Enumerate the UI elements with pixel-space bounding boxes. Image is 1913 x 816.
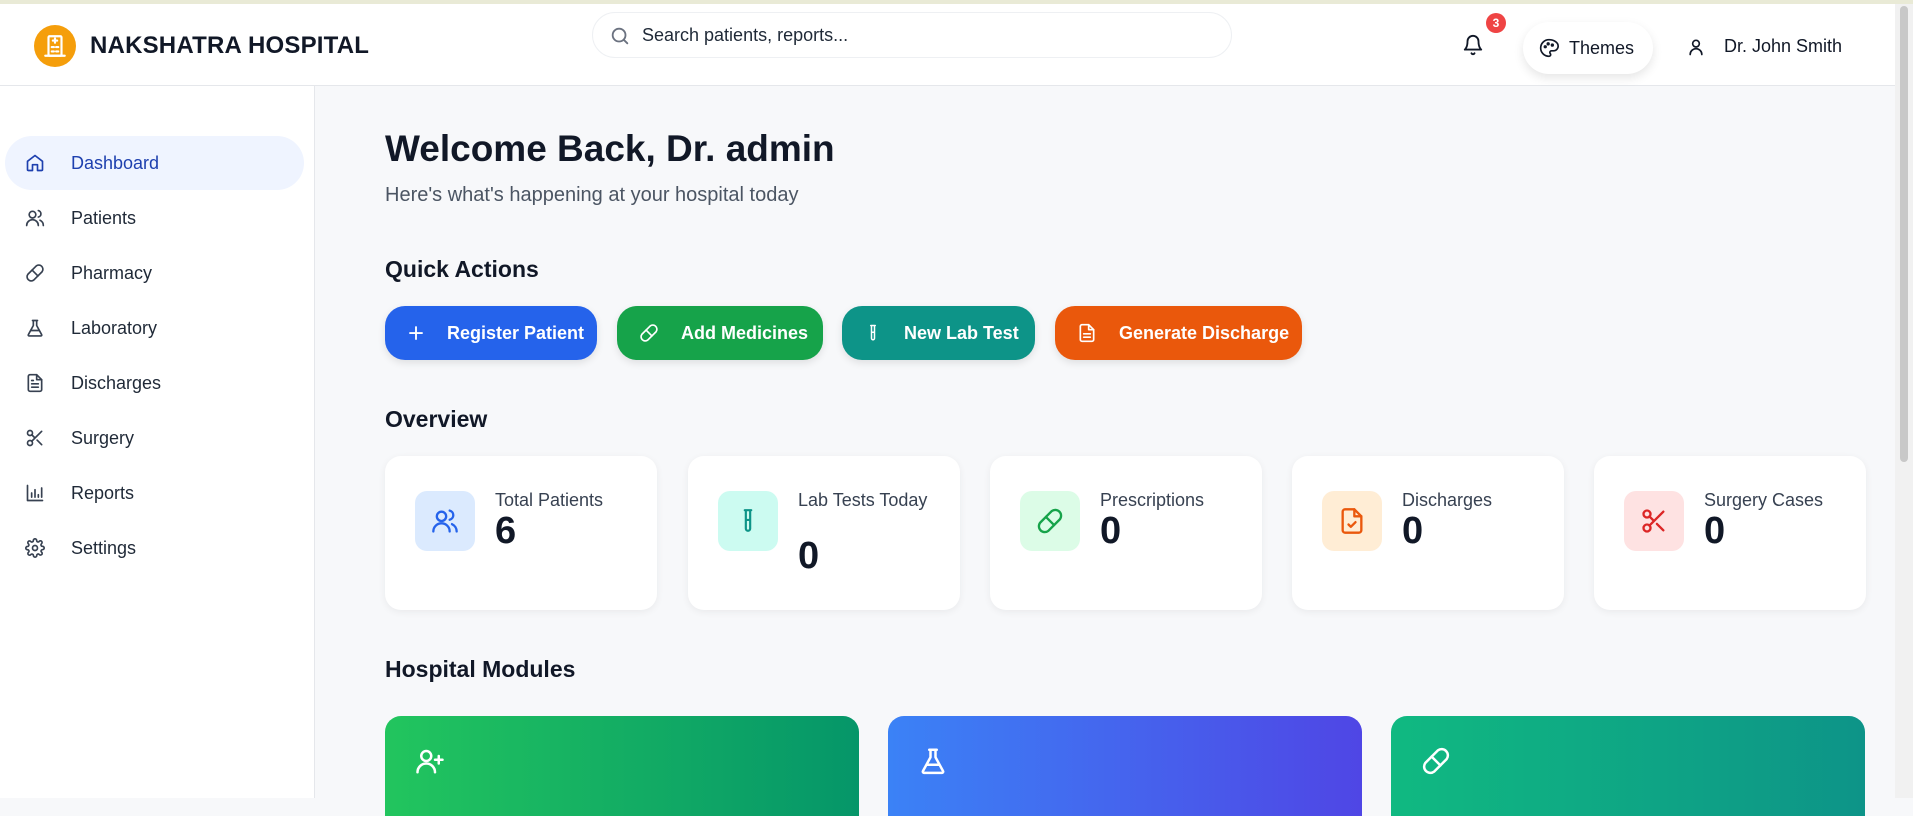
sidebar-item-label: Reports xyxy=(71,482,135,503)
page-subtitle: Here's what's happening at your hospital… xyxy=(385,184,799,206)
app-name: NAKSHATRA HOSPITAL xyxy=(90,32,370,59)
sidebar-item-label: Patients xyxy=(71,207,137,228)
users-icon xyxy=(25,209,45,227)
notifications-button[interactable] xyxy=(1462,34,1484,61)
test-tube-icon xyxy=(718,491,778,551)
test-tube-icon xyxy=(870,324,876,341)
quick-actions-title: Quick Actions xyxy=(385,256,539,282)
user-icon xyxy=(1689,39,1703,55)
document-icon xyxy=(1079,323,1095,343)
sidebar-item-dashboard[interactable]: Dashboard xyxy=(5,136,304,190)
sidebar-item-laboratory[interactable]: Laboratory xyxy=(5,301,304,355)
sidebar-item-patients[interactable]: Patients xyxy=(5,191,304,245)
pill-icon xyxy=(640,324,658,342)
stat-value: 6 xyxy=(495,510,517,552)
file-check-icon xyxy=(1322,491,1382,551)
sidebar-item-settings[interactable]: Settings xyxy=(5,521,304,575)
sidebar-item-discharges[interactable]: Discharges xyxy=(5,356,304,410)
stat-card-surgery-cases[interactable]: Surgery Cases 0 xyxy=(1594,456,1866,610)
scrollbar-thumb[interactable] xyxy=(1900,6,1908,462)
sidebar-item-label: Laboratory xyxy=(71,317,158,338)
scissors-icon xyxy=(1624,491,1684,551)
users-icon xyxy=(415,491,475,551)
pill-icon xyxy=(26,264,44,282)
add-medicines-label: Add Medicines xyxy=(681,322,809,343)
sidebar-item-label: Settings xyxy=(71,537,137,558)
sidebar-item-label: Pharmacy xyxy=(71,262,153,283)
flask-icon xyxy=(27,319,43,337)
stat-value: 0 xyxy=(1704,510,1726,552)
hospital-modules-title: Hospital Modules xyxy=(385,656,576,682)
scissors-icon xyxy=(26,429,43,447)
module-card-laboratory[interactable] xyxy=(888,716,1362,816)
sidebar-item-label: Surgery xyxy=(71,427,135,448)
hospital-logo-icon xyxy=(34,25,76,67)
overview-title: Overview xyxy=(385,406,488,432)
bell-icon xyxy=(1463,35,1483,56)
sidebar-item-reports[interactable]: Reports xyxy=(5,466,304,520)
new-lab-test-label: New Lab Test xyxy=(904,322,1019,343)
stat-card-total-patients[interactable]: Total Patients 6 xyxy=(385,456,657,610)
generate-discharge-button[interactable]: Generate Discharge xyxy=(1055,306,1302,360)
stat-value: 0 xyxy=(798,535,820,577)
themes-label: Themes xyxy=(1569,37,1635,58)
sidebar-item-pharmacy[interactable]: Pharmacy xyxy=(5,246,304,300)
module-card-patients[interactable] xyxy=(385,716,859,816)
stat-value: 0 xyxy=(1100,510,1122,552)
user-name: Dr. John Smith xyxy=(1724,36,1843,56)
module-card-pharmacy[interactable] xyxy=(1391,716,1865,816)
sidebar-item-surgery[interactable]: Surgery xyxy=(5,411,304,465)
user-plus-icon xyxy=(416,749,444,774)
pill-icon xyxy=(1020,491,1080,551)
register-patient-label: Register Patient xyxy=(447,322,585,343)
add-medicines-button[interactable]: Add Medicines xyxy=(617,306,823,360)
new-lab-test-button[interactable]: New Lab Test xyxy=(842,306,1035,360)
document-icon xyxy=(27,373,43,393)
sidebar: Dashboard Patients Pharmacy Laboratory D… xyxy=(0,86,315,798)
sidebar-item-label: Discharges xyxy=(71,372,162,393)
page-title: Welcome Back, Dr. admin xyxy=(385,128,835,169)
top-header: NAKSHATRA HOSPITAL 3 Themes Dr. John Smi… xyxy=(0,4,1895,86)
notification-count-badge: 3 xyxy=(1486,13,1506,33)
gear-icon xyxy=(25,538,45,558)
bar-chart-icon xyxy=(26,484,44,502)
stat-card-prescriptions[interactable]: Prescriptions 0 xyxy=(990,456,1262,610)
themes-button[interactable]: Themes xyxy=(1523,22,1653,74)
search-icon xyxy=(611,27,629,45)
pill-icon xyxy=(1422,747,1450,775)
stat-value: 0 xyxy=(1402,510,1424,552)
palette-icon xyxy=(1539,38,1559,58)
stat-card-discharges[interactable]: Discharges 0 xyxy=(1292,456,1564,610)
search-input[interactable] xyxy=(642,13,1202,57)
generate-discharge-label: Generate Discharge xyxy=(1119,322,1290,343)
stat-card-lab-tests-today[interactable]: Lab Tests Today 0 xyxy=(688,456,960,610)
search-bar[interactable] xyxy=(592,12,1232,58)
plus-icon xyxy=(409,326,423,340)
flask-icon xyxy=(921,748,945,775)
register-patient-button[interactable]: Register Patient xyxy=(385,306,597,360)
home-icon xyxy=(26,154,44,172)
user-menu[interactable]: Dr. John Smith xyxy=(1686,36,1842,57)
page-scrollbar[interactable] xyxy=(1895,4,1913,798)
sidebar-item-label: Dashboard xyxy=(71,152,160,173)
stat-label: Lab Tests Today xyxy=(798,490,928,510)
